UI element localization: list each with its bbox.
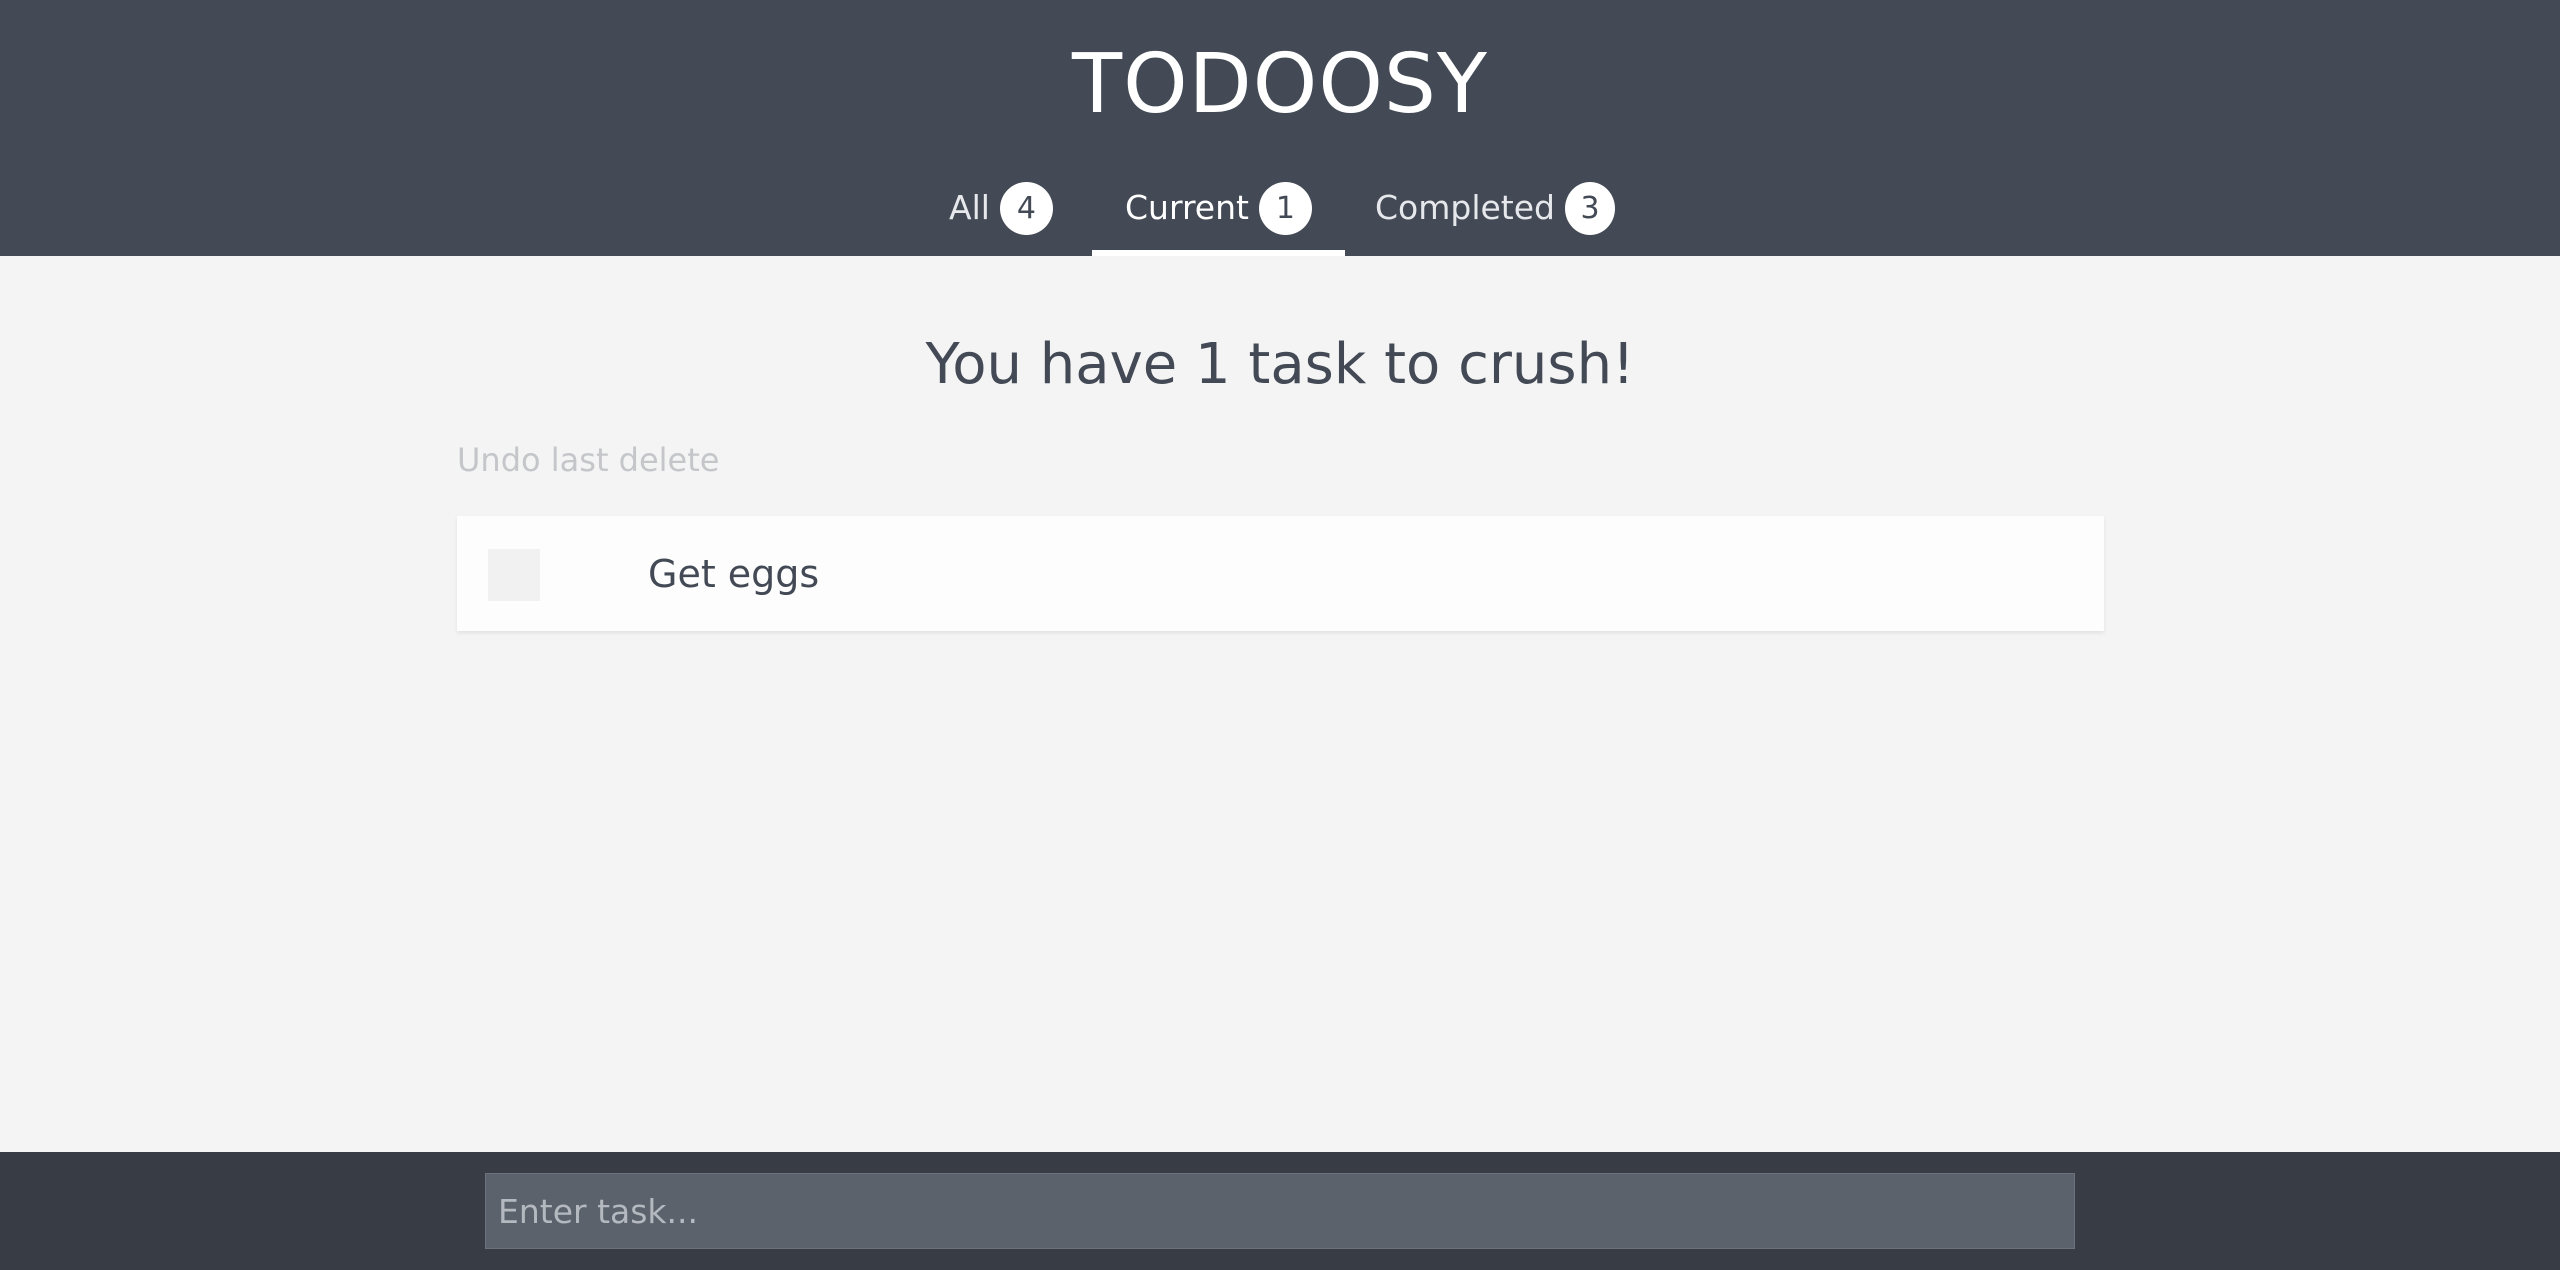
tab-all-count-badge: 4 bbox=[999, 182, 1053, 235]
task-text: Get eggs bbox=[648, 552, 820, 596]
tab-completed-label: Completed bbox=[1375, 188, 1555, 227]
task-item[interactable]: Get eggs bbox=[457, 516, 2104, 631]
task-input[interactable] bbox=[485, 1173, 2075, 1249]
task-checkbox[interactable] bbox=[488, 549, 540, 601]
task-summary-heading: You have 1 task to crush! bbox=[925, 332, 1635, 397]
tab-current-label: Current bbox=[1125, 188, 1249, 227]
tab-completed-count-badge: 3 bbox=[1565, 182, 1615, 235]
undo-delete-link[interactable]: Undo last delete bbox=[457, 440, 719, 480]
footer-bar bbox=[0, 1152, 2560, 1270]
app-title: TODOOSY bbox=[1072, 37, 1488, 132]
tab-completed[interactable]: Completed 3 bbox=[1375, 172, 1615, 256]
tab-all-label: All bbox=[949, 188, 990, 227]
task-list: Get eggs bbox=[457, 516, 2104, 631]
tab-current-count-badge: 1 bbox=[1258, 182, 1312, 235]
app-header: TODOOSY All 4 Current 1 Completed 3 bbox=[0, 0, 2560, 256]
tab-all[interactable]: All 4 bbox=[946, 172, 1056, 256]
tab-current[interactable]: Current 1 bbox=[1092, 172, 1345, 256]
